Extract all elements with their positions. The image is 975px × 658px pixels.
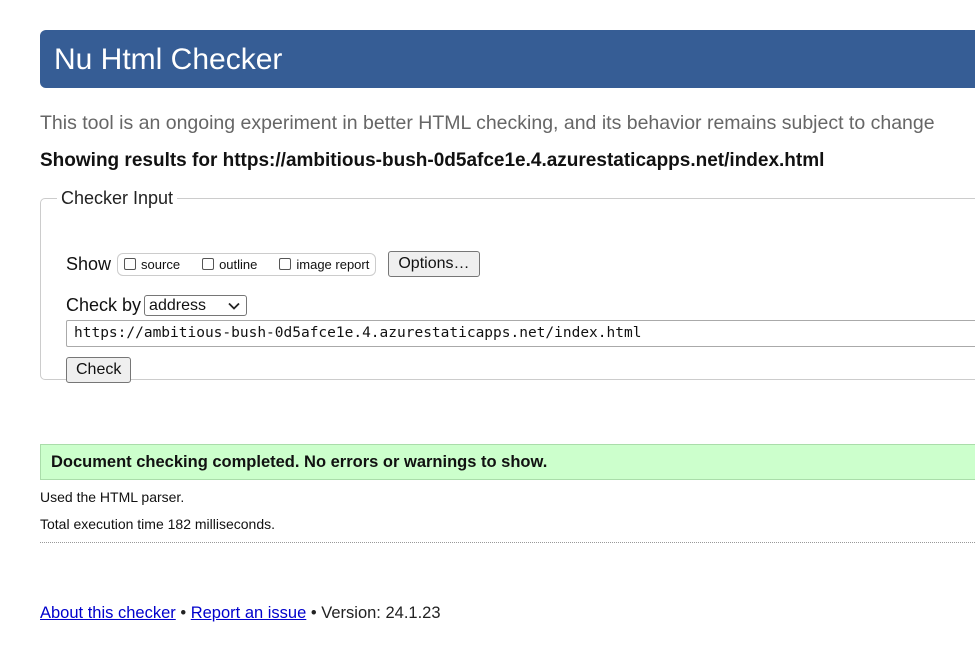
footer-separator: • — [310, 604, 317, 622]
source-checkbox-label: source — [141, 256, 181, 272]
options-button[interactable]: Options… — [388, 251, 480, 277]
page-title: Nu Html Checker — [54, 43, 283, 76]
show-outline-option[interactable]: outline — [202, 257, 257, 272]
checker-input-fieldset: Checker Input Show source outline image … — [40, 188, 975, 383]
url-input[interactable]: https://ambitious-bush-0d5afce1e.4.azure… — [66, 320, 975, 347]
checker-input-legend: Checker Input — [61, 188, 174, 208]
results-heading: Showing results for https://ambitious-bu… — [40, 150, 825, 171]
about-checker-link[interactable]: About this checker — [40, 604, 176, 622]
image-report-checkbox-label: image report — [296, 256, 370, 272]
image-report-checkbox[interactable] — [279, 258, 292, 270]
show-source-option[interactable]: source — [124, 257, 180, 272]
check-by-selected-value: address — [149, 296, 206, 314]
divider — [40, 542, 975, 543]
check-by-row: Check by address — [66, 295, 248, 316]
source-checkbox[interactable] — [124, 258, 137, 270]
version-text: Version: 24.1.23 — [321, 604, 441, 622]
show-options-group: source outline image report — [117, 252, 377, 276]
footer: About this checker • Report an issue • V… — [40, 604, 441, 623]
report-issue-link[interactable]: Report an issue — [191, 604, 307, 622]
show-image-report-option[interactable]: image report — [279, 257, 369, 272]
parser-info: Used the HTML parser. — [40, 489, 185, 505]
check-button[interactable]: Check — [66, 357, 132, 383]
header-banner: Nu Html Checker — [40, 30, 975, 88]
page: Nu Html Checker This tool is an ongoing … — [0, 0, 975, 658]
outline-checkbox[interactable] — [202, 258, 215, 270]
show-label: Show — [66, 253, 112, 274]
footer-separator: • — [180, 604, 187, 622]
outline-checkbox-label: outline — [219, 256, 258, 272]
show-options-row: Show source outline image report Options… — [66, 249, 480, 279]
execution-time: Total execution time 182 milliseconds. — [40, 516, 276, 532]
tagline-text: This tool is an ongoing experiment in be… — [40, 112, 935, 134]
check-by-select[interactable]: address — [144, 295, 248, 316]
success-message: Document checking completed. No errors o… — [40, 444, 975, 480]
check-by-label: Check by — [66, 295, 142, 315]
chevron-down-icon — [228, 302, 240, 310]
